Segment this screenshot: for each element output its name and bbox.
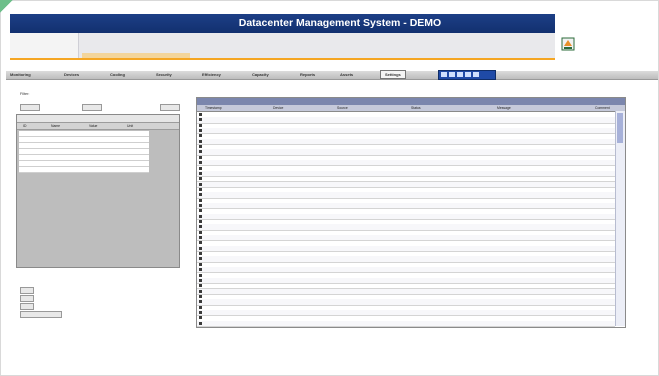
nav-item-settings[interactable]: Settings	[380, 70, 406, 79]
header-row	[82, 47, 190, 52]
nav-item-devices[interactable]: Devices	[64, 72, 79, 77]
col-header-message[interactable]: Message	[497, 106, 511, 110]
row-checkbox[interactable]	[199, 155, 202, 159]
grid-title-bar	[197, 98, 625, 105]
row-checkbox[interactable]	[199, 284, 202, 288]
row-checkbox[interactable]	[199, 214, 202, 218]
row-checkbox[interactable]	[199, 145, 202, 149]
nav-item-cooling[interactable]: Cooling	[110, 72, 125, 77]
row-checkbox[interactable]	[199, 193, 202, 197]
row-checkbox[interactable]	[199, 123, 202, 127]
nav-item-reports[interactable]: Reports	[300, 72, 315, 77]
app-title: Datacenter Management System - DEMO	[238, 17, 442, 29]
row-checkbox[interactable]	[199, 113, 202, 116]
row-checkbox[interactable]	[199, 118, 202, 122]
col-header-status[interactable]: Status	[411, 106, 421, 110]
table-row[interactable]	[197, 320, 615, 327]
row-checkbox[interactable]	[199, 273, 202, 277]
header-accent-line	[10, 58, 555, 60]
row-checkbox[interactable]	[199, 203, 202, 207]
nav-item-assets[interactable]: Assets	[340, 72, 353, 77]
grid-icon[interactable]	[441, 72, 447, 77]
row-checkbox[interactable]	[199, 310, 202, 314]
table-row[interactable]	[19, 167, 149, 173]
col-header-timestamp[interactable]: Timestamp	[205, 106, 222, 110]
left-button-2[interactable]	[82, 104, 102, 111]
main-nav: Monitoring Devices Cooling Security Effi…	[6, 70, 658, 80]
apply-button[interactable]	[20, 311, 62, 318]
extra-button[interactable]	[20, 295, 34, 302]
filter-label: Filter:	[20, 92, 30, 96]
event-log-grid: Timestamp Device Source Status Message C…	[196, 97, 626, 328]
row-checkbox[interactable]	[199, 268, 202, 272]
col-header-source[interactable]: Source	[337, 106, 348, 110]
row-checkbox[interactable]	[199, 139, 202, 143]
row-checkbox[interactable]	[199, 161, 202, 165]
nav-item-efficiency[interactable]: Efficiency	[202, 72, 221, 77]
list-icon[interactable]	[449, 72, 455, 77]
panel-title-bar	[17, 115, 179, 123]
header-row	[82, 35, 190, 40]
expand-icon[interactable]	[465, 72, 471, 77]
app-titlebar: Datacenter Management System - DEMO	[10, 14, 555, 33]
row-checkbox[interactable]	[199, 171, 202, 175]
row-checkbox[interactable]	[199, 209, 202, 213]
row-checkbox[interactable]	[199, 257, 202, 261]
col-header-comment[interactable]: Comment	[595, 106, 610, 110]
row-checkbox[interactable]	[199, 236, 202, 240]
row-checkbox[interactable]	[199, 305, 202, 309]
row-checkbox[interactable]	[199, 166, 202, 170]
grid-header: Timestamp Device Source Status Message C…	[197, 105, 625, 112]
row-checkbox[interactable]	[199, 187, 202, 191]
row-checkbox[interactable]	[199, 294, 202, 298]
left-button-1[interactable]	[20, 104, 40, 111]
row-checkbox[interactable]	[199, 150, 202, 154]
col-header-device[interactable]: Device	[273, 106, 283, 110]
extra-button[interactable]	[20, 287, 34, 294]
header-left-blank	[10, 33, 79, 59]
col-header[interactable]: Unit	[127, 124, 133, 128]
nav-icon-toolbar	[438, 70, 496, 80]
nav-item-security[interactable]: Security	[156, 72, 172, 77]
row-checkbox[interactable]	[199, 321, 202, 325]
header-status-table	[10, 33, 555, 59]
header-row	[82, 41, 190, 46]
left-button-3[interactable]	[160, 104, 180, 111]
row-checkbox[interactable]	[199, 129, 202, 133]
panel-header: ID Name Value Unit	[17, 123, 179, 130]
refresh-icon[interactable]	[473, 72, 479, 77]
row-checkbox[interactable]	[199, 246, 202, 250]
company-emblem-icon	[561, 37, 575, 51]
row-checkbox[interactable]	[199, 252, 202, 256]
chart-icon[interactable]	[457, 72, 463, 77]
row-checkbox[interactable]	[199, 220, 202, 223]
col-header[interactable]: ID	[23, 124, 26, 128]
nav-item-capacity[interactable]: Capacity	[252, 72, 269, 77]
row-checkbox[interactable]	[199, 241, 202, 245]
row-checkbox[interactable]	[199, 225, 202, 229]
grid-vertical-scrollbar[interactable]	[615, 111, 625, 326]
grid-scroll-thumb[interactable]	[617, 113, 623, 143]
col-header[interactable]: Name	[51, 124, 60, 128]
corner-accent	[0, 0, 14, 14]
nav-item-monitoring[interactable]: Monitoring	[10, 72, 31, 77]
row-checkbox[interactable]	[199, 177, 202, 181]
left-data-panel: ID Name Value Unit	[16, 114, 180, 268]
extra-button[interactable]	[20, 303, 34, 310]
row-checkbox[interactable]	[199, 134, 202, 138]
row-checkbox[interactable]	[199, 289, 202, 293]
row-checkbox[interactable]	[199, 316, 202, 320]
row-checkbox[interactable]	[199, 278, 202, 282]
row-checkbox[interactable]	[199, 198, 202, 202]
row-checkbox[interactable]	[199, 230, 202, 234]
row-checkbox[interactable]	[199, 182, 202, 186]
row-checkbox[interactable]	[199, 262, 202, 266]
col-header[interactable]: Value	[89, 124, 97, 128]
row-checkbox[interactable]	[199, 300, 202, 304]
